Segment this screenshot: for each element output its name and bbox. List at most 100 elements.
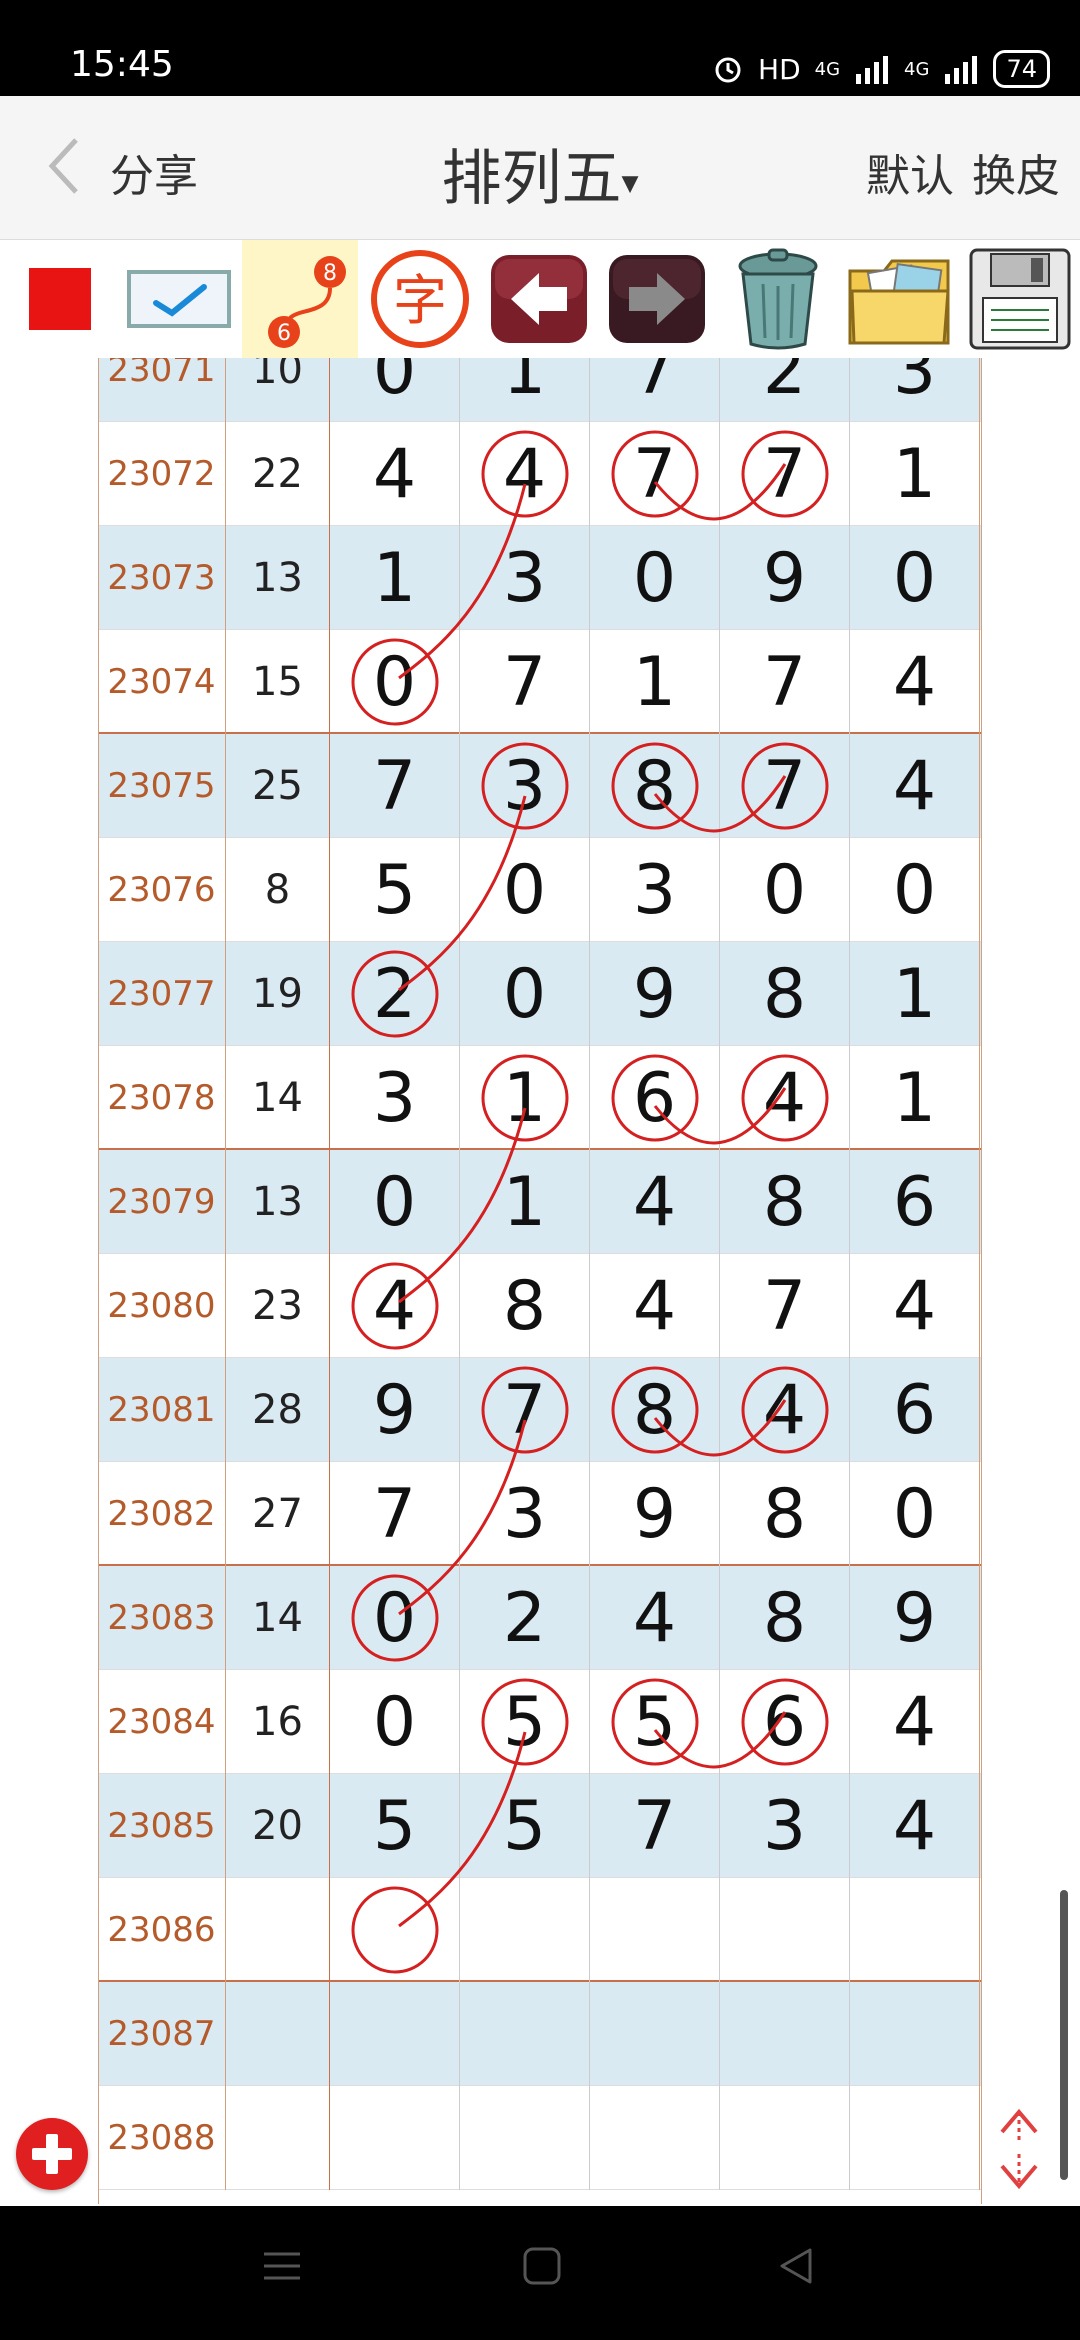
table-row[interactable]: 23080 23 4 8 4 7 4 <box>98 1254 982 1358</box>
digit-cell[interactable] <box>460 2086 590 2190</box>
digit-cell[interactable]: 7 <box>720 734 850 838</box>
digit-cell[interactable]: 2 <box>330 942 460 1046</box>
digit-cell[interactable]: 1 <box>850 1046 980 1150</box>
digit-cell[interactable] <box>850 2086 980 2190</box>
table-row[interactable]: 23082 27 7 3 9 8 0 <box>98 1462 982 1566</box>
digit-cell[interactable]: 0 <box>460 838 590 942</box>
digit-cell[interactable] <box>720 1878 850 1982</box>
digit-cell[interactable]: 4 <box>850 1774 980 1878</box>
table-row[interactable]: 23081 28 9 7 8 4 6 <box>98 1358 982 1462</box>
table-row[interactable]: 23077 19 2 0 9 8 1 <box>98 942 982 1046</box>
digit-cell[interactable] <box>720 2086 850 2190</box>
digit-cell[interactable]: 8 <box>720 1462 850 1566</box>
table-row[interactable]: 23073 13 1 3 0 9 0 <box>98 526 982 630</box>
digit-cell[interactable]: 0 <box>330 1150 460 1254</box>
digit-cell[interactable]: 4 <box>720 1358 850 1462</box>
digit-cell[interactable]: 4 <box>330 1254 460 1358</box>
digit-cell[interactable]: 1 <box>590 630 720 734</box>
digit-cell[interactable]: 8 <box>460 1254 590 1358</box>
digit-cell[interactable] <box>330 2086 460 2190</box>
digit-cell[interactable] <box>460 1982 590 2086</box>
table-row[interactable]: 23078 14 3 1 6 4 1 <box>98 1046 982 1150</box>
digit-cell[interactable]: 6 <box>590 1046 720 1150</box>
digit-cell[interactable] <box>590 2086 720 2190</box>
digit-cell[interactable]: 8 <box>720 1566 850 1670</box>
digit-cell[interactable] <box>850 1982 980 2086</box>
color-swatch-red[interactable] <box>28 240 92 358</box>
back-icon[interactable] <box>776 2246 816 2286</box>
digit-cell[interactable]: 4 <box>850 630 980 734</box>
text-tool[interactable]: 字 <box>364 240 476 358</box>
digit-cell[interactable]: 5 <box>330 838 460 942</box>
digit-cell[interactable] <box>720 1982 850 2086</box>
undo-button[interactable] <box>484 240 594 358</box>
digit-cell[interactable]: 3 <box>330 1046 460 1150</box>
digit-cell[interactable]: 1 <box>460 358 590 422</box>
digit-cell[interactable]: 8 <box>590 734 720 838</box>
digit-cell[interactable] <box>590 1878 720 1982</box>
digit-cell[interactable]: 6 <box>850 1150 980 1254</box>
digit-cell[interactable]: 1 <box>330 526 460 630</box>
digit-cell[interactable]: 7 <box>720 1254 850 1358</box>
digit-cell[interactable]: 0 <box>720 838 850 942</box>
image-button[interactable] <box>842 240 958 358</box>
digit-cell[interactable]: 7 <box>720 630 850 734</box>
digit-cell[interactable]: 4 <box>850 734 980 838</box>
scroll-up-down-icon[interactable] <box>994 2104 1044 2194</box>
save-button[interactable] <box>962 240 1078 358</box>
digit-cell[interactable]: 7 <box>720 422 850 526</box>
table-row[interactable]: 23072 22 4 4 7 7 1 <box>98 422 982 526</box>
digit-cell[interactable]: 8 <box>720 942 850 1046</box>
digit-cell[interactable]: 7 <box>460 1358 590 1462</box>
table-row[interactable]: 23087 <box>98 1982 982 2086</box>
check-toggle[interactable] <box>124 240 234 358</box>
digit-cell[interactable]: 7 <box>590 358 720 422</box>
digit-cell[interactable]: 0 <box>460 942 590 1046</box>
digit-cell[interactable]: 0 <box>850 838 980 942</box>
digit-cell[interactable]: 4 <box>590 1254 720 1358</box>
digit-cell[interactable]: 8 <box>720 1150 850 1254</box>
home-icon[interactable] <box>522 2246 562 2286</box>
digit-cell[interactable]: 3 <box>850 358 980 422</box>
table-row[interactable]: 23084 16 0 5 5 6 4 <box>98 1670 982 1774</box>
table-row[interactable]: 23071 10 0 1 7 2 3 <box>98 358 982 422</box>
digit-cell[interactable]: 2 <box>720 358 850 422</box>
digit-cell[interactable] <box>330 1878 460 1982</box>
digit-cell[interactable]: 0 <box>330 1670 460 1774</box>
table-row[interactable]: 23074 15 0 7 1 7 4 <box>98 630 982 734</box>
digit-cell[interactable]: 0 <box>330 630 460 734</box>
digit-cell[interactable]: 7 <box>330 734 460 838</box>
digit-cell[interactable] <box>460 1878 590 1982</box>
digit-cell[interactable]: 4 <box>590 1150 720 1254</box>
scrollbar-thumb[interactable] <box>1060 1890 1068 2180</box>
table-row[interactable]: 23088 <box>98 2086 982 2190</box>
add-button[interactable] <box>16 2118 88 2190</box>
digit-cell[interactable]: 1 <box>850 422 980 526</box>
change-skin-button[interactable]: 换皮 <box>972 140 1060 204</box>
digit-cell[interactable]: 9 <box>590 942 720 1046</box>
digit-cell[interactable]: 5 <box>460 1774 590 1878</box>
digit-cell[interactable] <box>330 1982 460 2086</box>
digit-cell[interactable]: 7 <box>460 630 590 734</box>
digit-cell[interactable]: 3 <box>460 734 590 838</box>
digit-cell[interactable]: 2 <box>460 1566 590 1670</box>
digit-cell[interactable]: 3 <box>460 1462 590 1566</box>
clear-button[interactable] <box>720 240 836 358</box>
digit-cell[interactable]: 4 <box>590 1566 720 1670</box>
digit-cell[interactable]: 6 <box>850 1358 980 1462</box>
digit-cell[interactable]: 4 <box>720 1046 850 1150</box>
line-draw-tool[interactable]: 6 8 <box>242 240 358 358</box>
redo-button[interactable] <box>602 240 712 358</box>
digit-cell[interactable]: 1 <box>850 942 980 1046</box>
digit-cell[interactable]: 3 <box>590 838 720 942</box>
menu-icon[interactable] <box>262 2246 302 2286</box>
digit-cell[interactable]: 9 <box>590 1462 720 1566</box>
table-row[interactable]: 23083 14 0 2 4 8 9 <box>98 1566 982 1670</box>
digit-cell[interactable]: 7 <box>590 1774 720 1878</box>
digit-cell[interactable]: 0 <box>330 358 460 422</box>
digit-cell[interactable]: 4 <box>330 422 460 526</box>
digit-cell[interactable]: 1 <box>460 1046 590 1150</box>
digit-cell[interactable]: 4 <box>850 1254 980 1358</box>
digit-cell[interactable]: 9 <box>330 1358 460 1462</box>
digit-cell[interactable] <box>590 1982 720 2086</box>
